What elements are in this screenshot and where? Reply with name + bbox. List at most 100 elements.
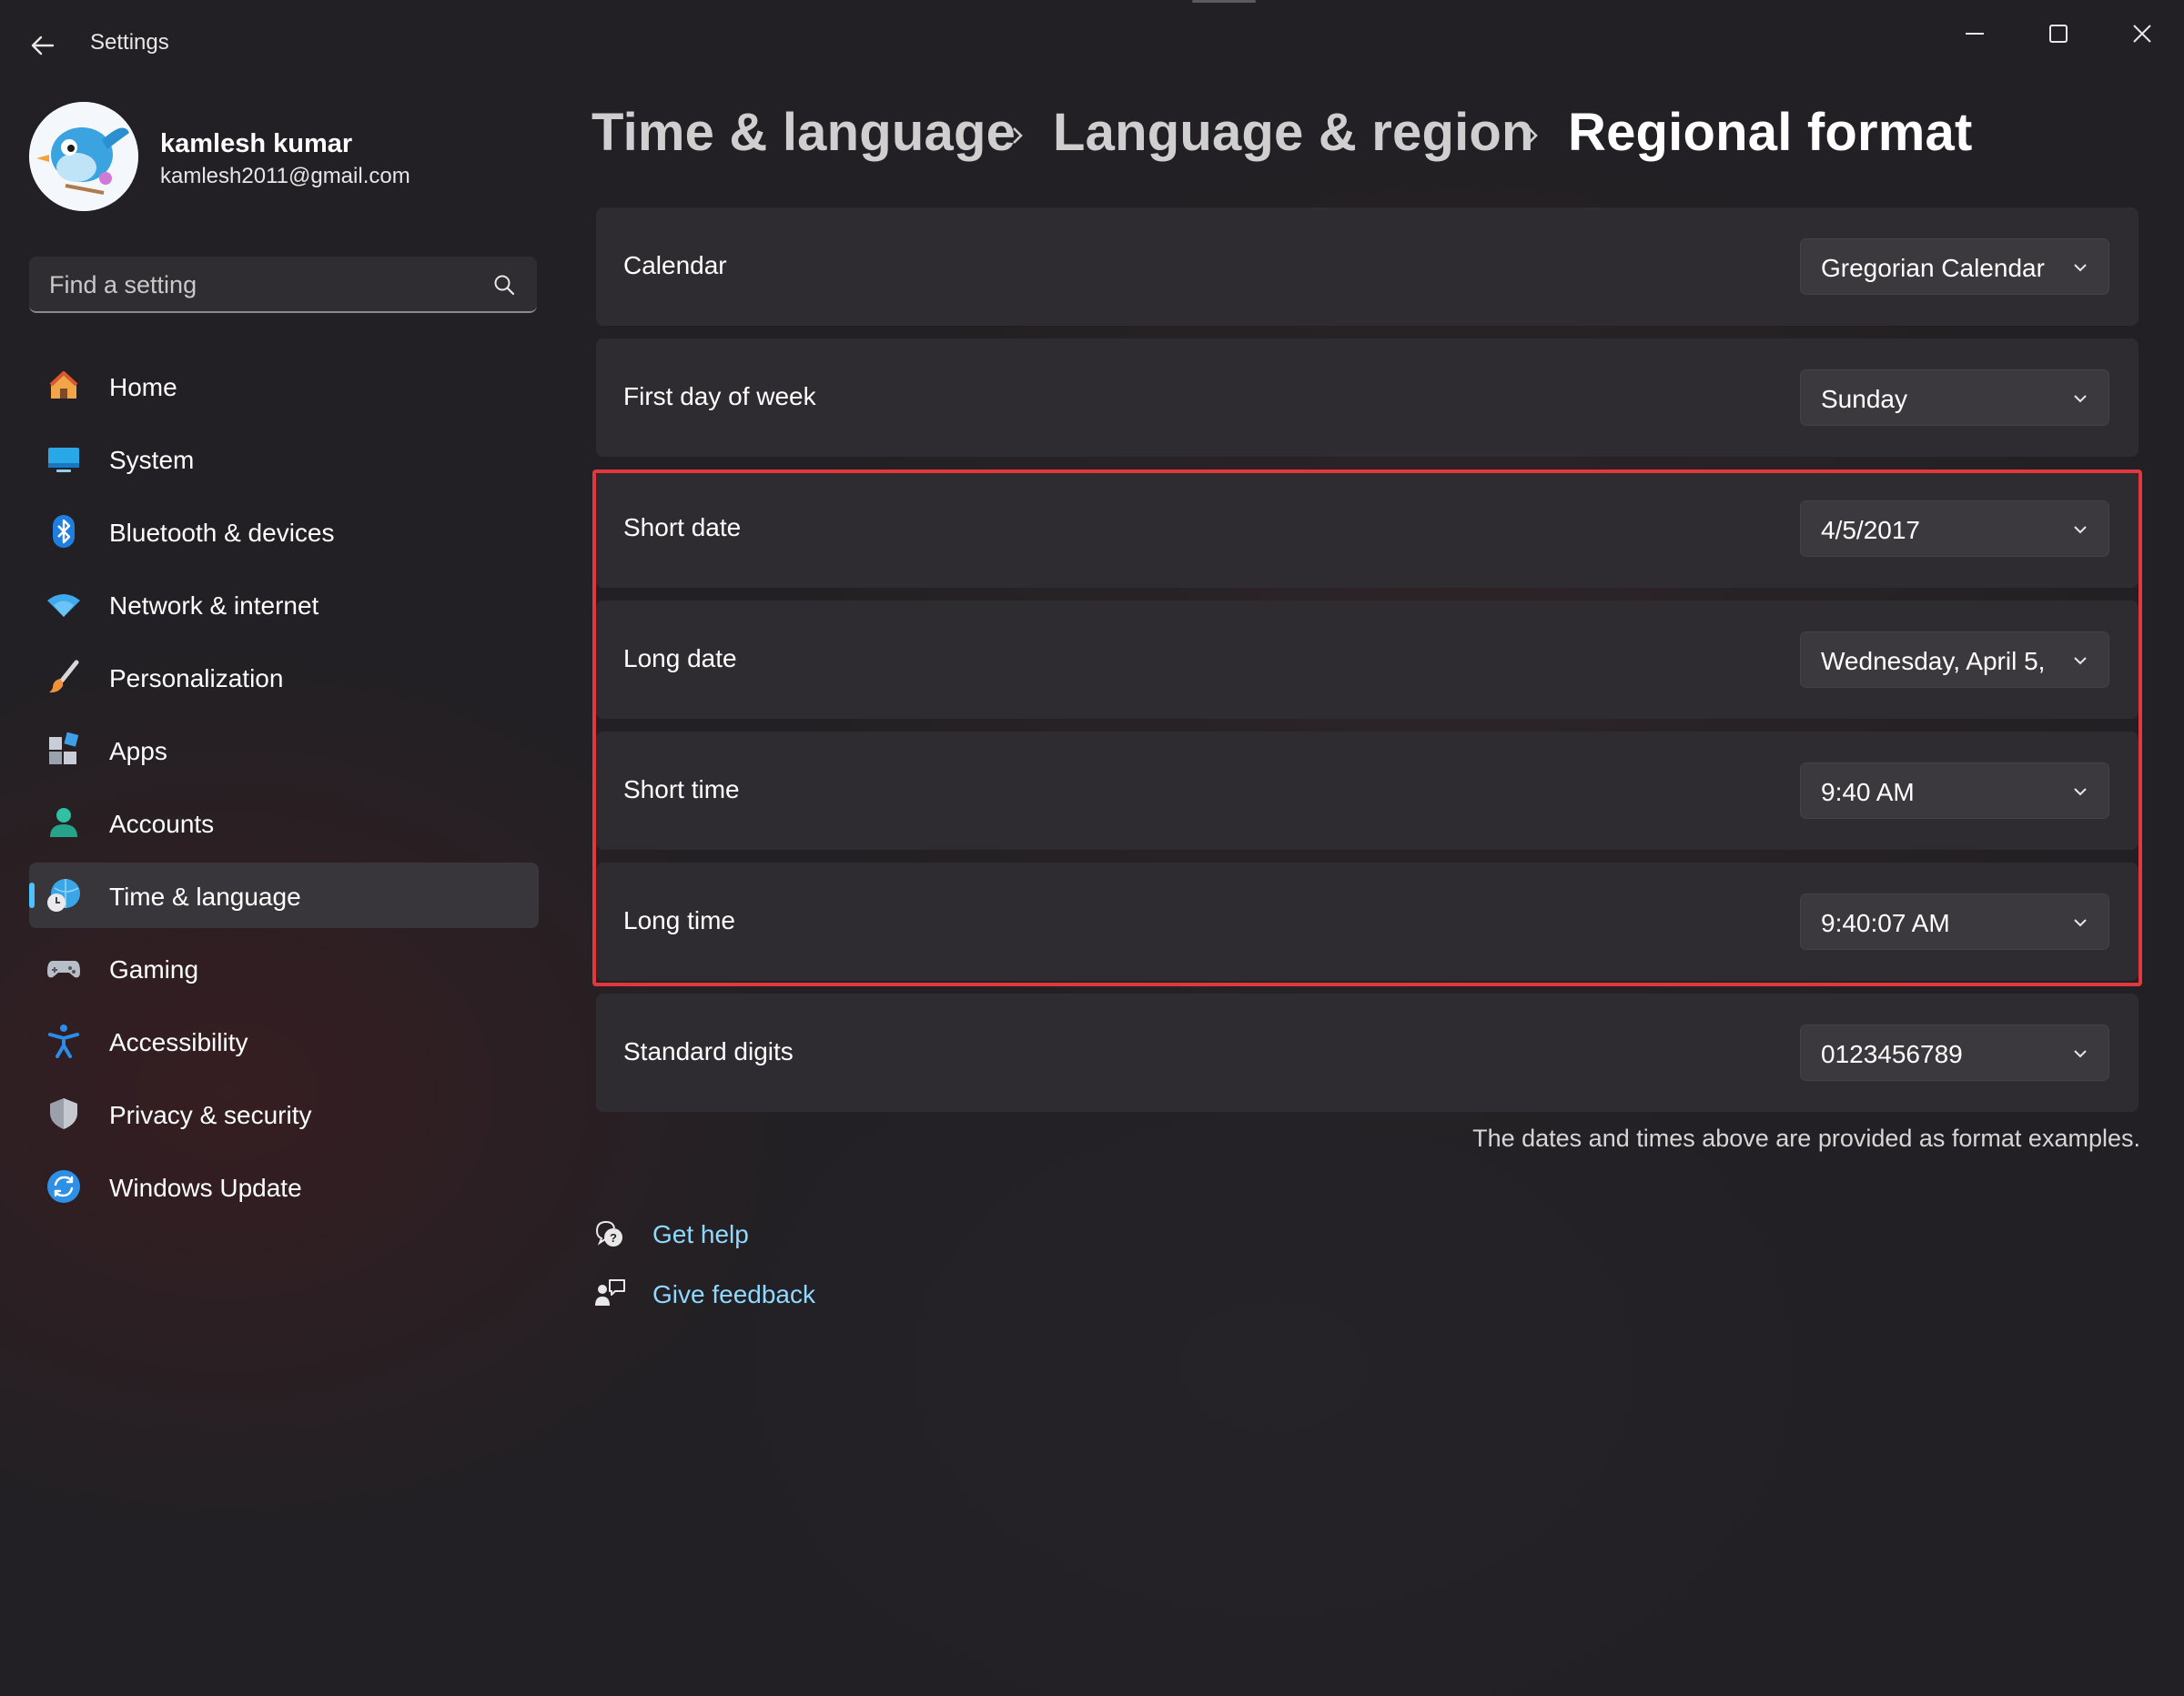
chevron-down-icon (2074, 526, 2087, 534)
setting-label: Short time (623, 775, 740, 803)
close-button[interactable] (2115, 13, 2169, 55)
setting-long-date: Long date Wednesday, April 5, (596, 601, 2138, 719)
chevron-down-icon (2074, 919, 2087, 927)
user-name: kamlesh kumar (160, 129, 353, 158)
setting-short-date: Short date 4/5/2017 (596, 469, 2138, 588)
sidebar-item-accessibility[interactable]: Accessibility (29, 1008, 539, 1074)
sidebar-item-network[interactable]: Network & internet (29, 571, 539, 637)
user-email: kamlesh2011@gmail.com (160, 164, 410, 188)
setting-calendar: Calendar Gregorian Calendar (596, 207, 2138, 326)
breadcrumb-language-region[interactable]: Language & region (1053, 102, 1534, 163)
sidebar-item-home[interactable]: Home (29, 353, 539, 419)
get-help-link[interactable]: ? Get help (593, 1213, 830, 1255)
bluetooth-icon (53, 515, 75, 548)
long-time-dropdown[interactable]: 9:40:07 AM (1800, 893, 2109, 950)
sidebar-item-label: Apps (109, 737, 167, 765)
back-button[interactable] (25, 27, 62, 64)
drag-indicator (1192, 0, 1256, 3)
sidebar-item-label: Windows Update (109, 1174, 302, 1202)
sidebar-item-label: Privacy & security (109, 1101, 312, 1129)
system-icon (48, 448, 79, 472)
wifi-icon (47, 594, 80, 617)
dropdown-value: 9:40 AM (1821, 778, 1915, 806)
give-feedback-label: Give feedback (652, 1280, 815, 1308)
sidebar-item-personalization[interactable]: Personalization (29, 644, 539, 710)
sidebar-item-accounts[interactable]: Accounts (29, 790, 539, 855)
short-date-dropdown[interactable]: 4/5/2017 (1800, 500, 2109, 557)
chevron-down-icon (2074, 1050, 2087, 1058)
back-arrow-icon (31, 35, 55, 56)
chevron-down-icon (2074, 657, 2087, 665)
sidebar-item-label: Network & internet (109, 591, 319, 620)
maximize-icon (2049, 25, 2068, 43)
short-time-dropdown[interactable]: 9:40 AM (1800, 762, 2109, 819)
sidebar-item-label: Home (109, 373, 177, 401)
active-indicator (29, 883, 35, 908)
search-box[interactable] (29, 257, 537, 313)
chevron-right-icon (1013, 127, 1023, 144)
close-icon (2133, 25, 2151, 43)
dropdown-value: 4/5/2017 (1821, 516, 1920, 544)
settings-window: Settings kamlesh kumar kamlesh2011@gmail… (0, 0, 2184, 1696)
setting-label: First day of week (623, 382, 816, 410)
chevron-right-icon (1528, 127, 1538, 144)
sidebar-item-label: Time & language (109, 883, 301, 911)
setting-label: Long time (623, 906, 735, 934)
sidebar-item-label: Personalization (109, 664, 284, 692)
home-icon (49, 371, 78, 399)
chevron-down-icon (2074, 788, 2087, 796)
setting-standard-digits: Standard digits 0123456789 (596, 994, 2138, 1112)
update-icon (47, 1170, 80, 1203)
page-title: Regional format (1568, 103, 1973, 162)
sidebar-item-bluetooth[interactable]: Bluetooth & devices (29, 499, 539, 564)
help-chat-icon: ? (596, 1220, 622, 1247)
feedback-icon (595, 1279, 625, 1306)
give-feedback-link[interactable]: Give feedback (593, 1273, 866, 1315)
minimize-icon (1966, 33, 1984, 35)
app-title: Settings (90, 30, 169, 55)
setting-label: Calendar (623, 251, 727, 279)
sidebar-nav: Home System Bluetooth & devices Network … (29, 353, 539, 1227)
avatar[interactable] (29, 102, 138, 211)
first-day-dropdown[interactable]: Sunday (1800, 369, 2109, 426)
setting-label: Long date (623, 644, 737, 672)
format-examples-note: The dates and times above are provided a… (1472, 1125, 2140, 1152)
calendar-dropdown[interactable]: Gregorian Calendar (1800, 238, 2109, 295)
dropdown-value: Sunday (1821, 385, 1907, 413)
sidebar-item-label: Gaming (109, 955, 199, 984)
sidebar-item-system[interactable]: System (29, 426, 539, 491)
sidebar-item-privacy[interactable]: Privacy & security (29, 1081, 539, 1146)
apps-icon (49, 732, 79, 764)
search-input[interactable] (49, 269, 468, 300)
sidebar-item-label: System (109, 446, 195, 474)
dropdown-value: Wednesday, April 5, (1821, 647, 2046, 675)
long-date-dropdown[interactable]: Wednesday, April 5, (1800, 631, 2109, 688)
bird-avatar-icon (29, 102, 138, 211)
sidebar-item-gaming[interactable]: Gaming (29, 935, 539, 1001)
person-icon (50, 808, 77, 837)
sidebar-item-apps[interactable]: Apps (29, 717, 539, 782)
sidebar-item-windows-update[interactable]: Windows Update (29, 1154, 539, 1219)
sidebar-item-label: Bluetooth & devices (109, 519, 335, 547)
minimize-button[interactable] (1947, 13, 2002, 55)
dropdown-value: 9:40:07 AM (1821, 909, 1950, 937)
chevron-down-icon (2074, 264, 2087, 272)
chevron-down-icon (2074, 395, 2087, 403)
brush-icon (49, 660, 79, 693)
maximize-button[interactable] (2031, 13, 2086, 55)
gamepad-icon (47, 961, 80, 978)
sidebar-item-label: Accessibility (109, 1028, 248, 1056)
sidebar-item-time-language[interactable]: Time & language (29, 863, 539, 928)
dropdown-value: 0123456789 (1821, 1040, 1963, 1068)
sidebar-item-label: Accounts (109, 810, 215, 838)
svg-text:?: ? (610, 1231, 617, 1245)
setting-short-time: Short time 9:40 AM (596, 732, 2138, 850)
globe-clock-icon (47, 879, 80, 912)
accessibility-icon (48, 1025, 79, 1058)
breadcrumb-time-language[interactable]: Time & language (592, 102, 1016, 163)
search-icon[interactable] (491, 272, 517, 298)
dropdown-value: Gregorian Calendar (1821, 254, 2045, 282)
digits-dropdown[interactable]: 0123456789 (1800, 1025, 2109, 1081)
setting-long-time: Long time 9:40:07 AM (596, 863, 2138, 981)
setting-label: Short date (623, 513, 742, 541)
